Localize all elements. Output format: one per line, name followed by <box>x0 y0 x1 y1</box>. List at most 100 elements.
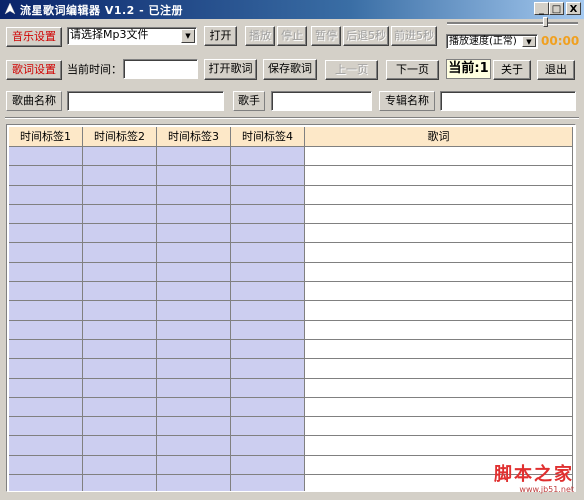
time-tag-cell[interactable] <box>9 359 83 379</box>
header-time-tag-4[interactable]: 时间标签4 <box>231 127 305 147</box>
lyric-cell[interactable] <box>305 378 573 398</box>
time-tag-cell[interactable] <box>9 166 83 186</box>
time-tag-cell[interactable] <box>83 262 157 283</box>
lyric-cell[interactable] <box>305 301 573 321</box>
time-tag-cell[interactable] <box>157 204 231 225</box>
time-tag-cell[interactable] <box>157 166 231 186</box>
time-tag-cell[interactable] <box>9 320 83 340</box>
rewind-5s-button[interactable]: 后退5秒 <box>343 26 389 46</box>
lyric-cell[interactable] <box>305 262 573 283</box>
time-tag-cell[interactable] <box>9 417 83 437</box>
time-tag-cell[interactable] <box>231 301 305 321</box>
time-tag-cell[interactable] <box>83 359 157 379</box>
time-tag-cell[interactable] <box>231 378 305 398</box>
time-tag-cell[interactable] <box>157 339 231 360</box>
lyric-cell[interactable] <box>305 147 573 167</box>
time-tag-cell[interactable] <box>83 475 157 491</box>
progress-slider-thumb[interactable] <box>543 17 548 27</box>
time-tag-cell[interactable] <box>9 301 83 321</box>
lyric-cell[interactable] <box>305 282 573 302</box>
time-tag-cell[interactable] <box>157 185 231 205</box>
time-tag-cell[interactable] <box>231 397 305 418</box>
lyric-cell[interactable] <box>305 397 573 418</box>
header-time-tag-3[interactable]: 时间标签3 <box>157 127 231 147</box>
header-time-tag-1[interactable]: 时间标签1 <box>9 127 83 147</box>
time-tag-cell[interactable] <box>83 166 157 186</box>
time-tag-cell[interactable] <box>83 282 157 302</box>
time-tag-cell[interactable] <box>83 436 157 456</box>
next-page-button[interactable]: 下一页 <box>386 60 439 80</box>
time-tag-cell[interactable] <box>9 147 83 167</box>
time-tag-cell[interactable] <box>83 417 157 437</box>
time-tag-cell[interactable] <box>231 166 305 186</box>
time-tag-cell[interactable] <box>9 262 83 283</box>
header-time-tag-2[interactable]: 时间标签2 <box>83 127 157 147</box>
lyric-cell[interactable] <box>305 436 573 456</box>
play-button[interactable]: 播放 <box>245 26 275 46</box>
time-tag-cell[interactable] <box>83 378 157 398</box>
time-tag-cell[interactable] <box>231 185 305 205</box>
time-tag-cell[interactable] <box>83 455 157 476</box>
lyric-cell[interactable] <box>305 320 573 340</box>
mp3-file-select[interactable]: 请选择Mp3文件 ▼ <box>67 27 197 45</box>
time-tag-cell[interactable] <box>83 243 157 263</box>
open-button[interactable]: 打开 <box>204 26 237 46</box>
time-tag-cell[interactable] <box>231 339 305 360</box>
about-button[interactable]: 关于 <box>493 60 531 80</box>
album-name-input[interactable] <box>440 91 576 111</box>
time-tag-cell[interactable] <box>157 455 231 476</box>
time-tag-cell[interactable] <box>231 475 305 491</box>
time-tag-cell[interactable] <box>231 262 305 283</box>
forward-5s-button[interactable]: 前进5秒 <box>391 26 437 46</box>
time-tag-cell[interactable] <box>9 224 83 244</box>
time-tag-cell[interactable] <box>83 204 157 225</box>
time-tag-cell[interactable] <box>157 359 231 379</box>
time-tag-cell[interactable] <box>231 243 305 263</box>
time-tag-cell[interactable] <box>9 204 83 225</box>
time-tag-cell[interactable] <box>83 185 157 205</box>
time-tag-cell[interactable] <box>231 455 305 476</box>
save-lyrics-button[interactable]: 保存歌词 <box>263 59 317 80</box>
music-settings-button[interactable]: 音乐设置 <box>6 27 62 47</box>
singer-input[interactable] <box>271 91 372 111</box>
lyric-cell[interactable] <box>305 417 573 437</box>
time-tag-cell[interactable] <box>231 224 305 244</box>
time-tag-cell[interactable] <box>9 455 83 476</box>
time-tag-cell[interactable] <box>157 243 231 263</box>
time-tag-cell[interactable] <box>231 417 305 437</box>
time-tag-cell[interactable] <box>83 339 157 360</box>
progress-slider-track[interactable] <box>447 22 578 25</box>
time-tag-cell[interactable] <box>9 397 83 418</box>
time-tag-cell[interactable] <box>231 204 305 225</box>
time-tag-cell[interactable] <box>157 378 231 398</box>
time-tag-cell[interactable] <box>157 282 231 302</box>
time-tag-cell[interactable] <box>157 397 231 418</box>
prev-page-button[interactable]: 上一页 <box>325 60 378 80</box>
time-tag-cell[interactable] <box>231 436 305 456</box>
time-tag-cell[interactable] <box>157 262 231 283</box>
time-tag-cell[interactable] <box>157 301 231 321</box>
lyrics-grid[interactable]: 时间标签1 时间标签2 时间标签3 时间标签4 歌词 <box>6 124 576 492</box>
time-tag-cell[interactable] <box>9 243 83 263</box>
chevron-down-icon[interactable]: ▼ <box>522 36 536 47</box>
time-tag-cell[interactable] <box>157 147 231 167</box>
lyric-cell[interactable] <box>305 204 573 225</box>
time-tag-cell[interactable] <box>9 185 83 205</box>
exit-button[interactable]: 退出 <box>537 60 575 80</box>
time-tag-cell[interactable] <box>157 320 231 340</box>
speed-select[interactable]: 播放速度(正常) ▼ <box>446 34 538 49</box>
time-tag-cell[interactable] <box>157 436 231 456</box>
time-tag-cell[interactable] <box>83 147 157 167</box>
time-tag-cell[interactable] <box>157 475 231 491</box>
time-tag-cell[interactable] <box>231 320 305 340</box>
time-tag-cell[interactable] <box>231 359 305 379</box>
lyric-cell[interactable] <box>305 166 573 186</box>
time-tag-cell[interactable] <box>9 282 83 302</box>
header-lyrics[interactable]: 歌词 <box>305 127 573 147</box>
time-tag-cell[interactable] <box>83 397 157 418</box>
time-tag-cell[interactable] <box>157 224 231 244</box>
time-tag-cell[interactable] <box>9 436 83 456</box>
time-tag-cell[interactable] <box>83 301 157 321</box>
chevron-down-icon[interactable]: ▼ <box>181 29 195 43</box>
pause-button[interactable]: 暂停 <box>311 26 341 46</box>
